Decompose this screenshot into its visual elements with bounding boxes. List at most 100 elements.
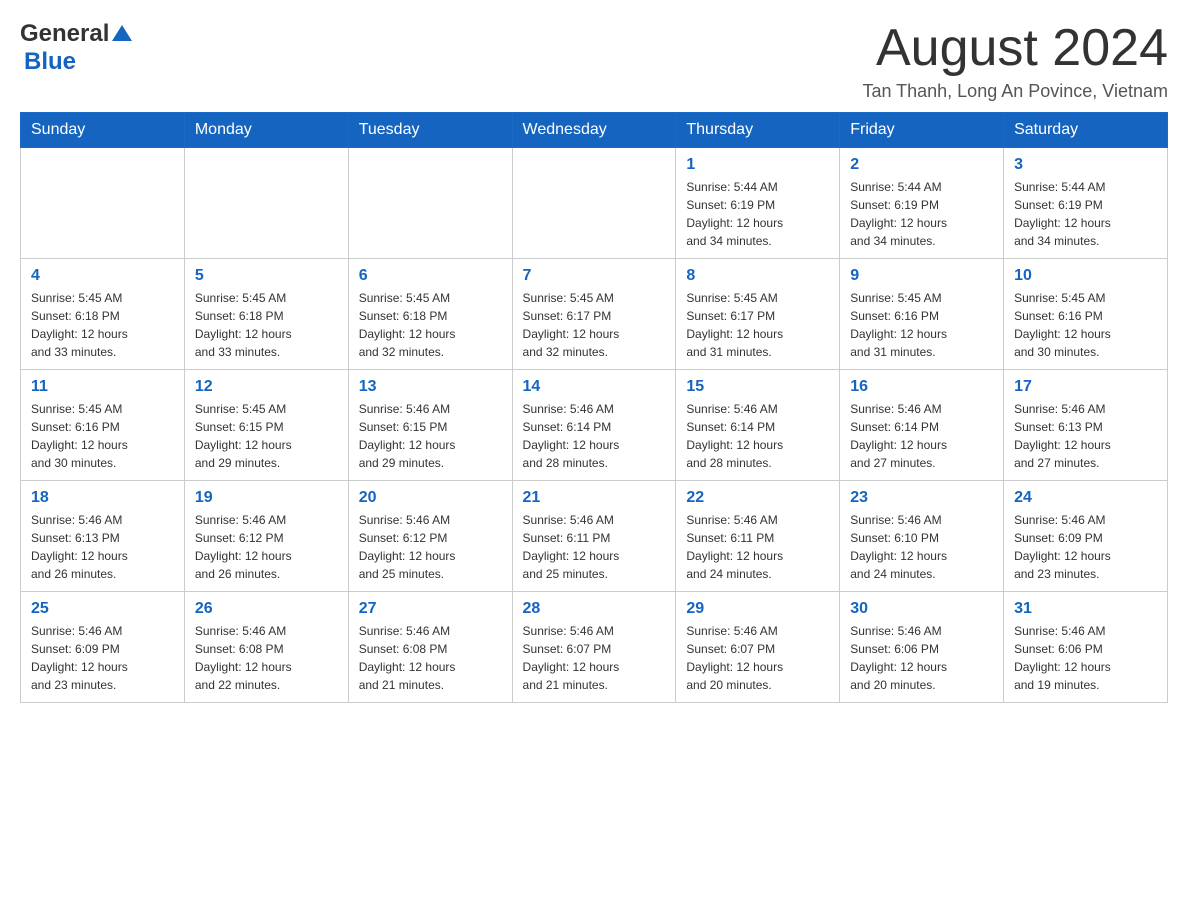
calendar-day-cell: 15 Sunrise: 5:46 AM Sunset: 6:14 PM Dayli… <box>676 370 840 481</box>
day-number: 15 <box>686 378 829 396</box>
calendar-day-cell <box>21 148 185 259</box>
calendar-day-cell: 18Sunrise: 5:46 AM Sunset: 6:13 PM Dayli… <box>21 481 185 592</box>
calendar-day-cell: 9 Sunrise: 5:45 AM Sunset: 6:16 PM Daylig… <box>840 259 1004 370</box>
calendar-day-cell: 16 Sunrise: 5:46 AM Sunset: 6:14 PM Dayli… <box>840 370 1004 481</box>
calendar-day-cell: 31 Sunrise: 5:46 AM Sunset: 6:06 PM Dayli… <box>1004 592 1168 703</box>
calendar-weekday-monday: Monday <box>184 113 348 148</box>
calendar-day-cell: 6Sunrise: 5:45 AM Sunset: 6:18 PM Daylig… <box>348 259 512 370</box>
calendar-weekday-friday: Friday <box>840 113 1004 148</box>
day-info: Sunrise: 5:44 AM Sunset: 6:19 PM Dayligh… <box>850 178 993 250</box>
calendar-day-cell: 3 Sunrise: 5:44 AM Sunset: 6:19 PM Daylig… <box>1004 148 1168 259</box>
logo: General Blue <box>20 20 132 76</box>
day-number: 21 <box>523 489 666 507</box>
calendar-day-cell: 24Sunrise: 5:46 AM Sunset: 6:09 PM Dayli… <box>1004 481 1168 592</box>
calendar-day-cell: 1Sunrise: 5:44 AM Sunset: 6:19 PM Daylig… <box>676 148 840 259</box>
day-info: Sunrise: 5:45 AM Sunset: 6:18 PM Dayligh… <box>31 289 174 361</box>
day-info: Sunrise: 5:46 AM Sunset: 6:11 PM Dayligh… <box>686 511 829 583</box>
day-info: Sunrise: 5:45 AM Sunset: 6:17 PM Dayligh… <box>523 289 666 361</box>
calendar-table: SundayMondayTuesdayWednesdayThursdayFrid… <box>20 112 1168 703</box>
title-section: August 2024 Tan Thanh, Long An Povince, … <box>862 20 1168 102</box>
calendar-weekday-tuesday: Tuesday <box>348 113 512 148</box>
month-title: August 2024 <box>862 20 1168 77</box>
calendar-day-cell: 23 Sunrise: 5:46 AM Sunset: 6:10 PM Dayli… <box>840 481 1004 592</box>
day-number: 31 <box>1014 600 1157 618</box>
day-info: Sunrise: 5:45 AM Sunset: 6:15 PM Dayligh… <box>195 400 338 472</box>
calendar-day-cell: 7 Sunrise: 5:45 AM Sunset: 6:17 PM Daylig… <box>512 259 676 370</box>
day-number: 30 <box>850 600 993 618</box>
day-number: 3 <box>1014 156 1157 174</box>
calendar-weekday-wednesday: Wednesday <box>512 113 676 148</box>
day-info: Sunrise: 5:46 AM Sunset: 6:14 PM Dayligh… <box>850 400 993 472</box>
calendar-week-row: 11Sunrise: 5:45 AM Sunset: 6:16 PM Dayli… <box>21 370 1168 481</box>
day-info: Sunrise: 5:46 AM Sunset: 6:10 PM Dayligh… <box>850 511 993 583</box>
day-number: 25 <box>31 600 174 618</box>
calendar-day-cell: 8 Sunrise: 5:45 AM Sunset: 6:17 PM Daylig… <box>676 259 840 370</box>
calendar-day-cell: 4 Sunrise: 5:45 AM Sunset: 6:18 PM Daylig… <box>21 259 185 370</box>
day-info: Sunrise: 5:46 AM Sunset: 6:11 PM Dayligh… <box>523 511 666 583</box>
day-info: Sunrise: 5:46 AM Sunset: 6:12 PM Dayligh… <box>195 511 338 583</box>
day-number: 9 <box>850 267 993 285</box>
day-number: 16 <box>850 378 993 396</box>
calendar-day-cell: 22 Sunrise: 5:46 AM Sunset: 6:11 PM Dayli… <box>676 481 840 592</box>
day-number: 23 <box>850 489 993 507</box>
calendar-week-row: 4 Sunrise: 5:45 AM Sunset: 6:18 PM Daylig… <box>21 259 1168 370</box>
day-number: 17 <box>1014 378 1157 396</box>
calendar-header-row: SundayMondayTuesdayWednesdayThursdayFrid… <box>21 113 1168 148</box>
day-number: 13 <box>359 378 502 396</box>
day-info: Sunrise: 5:46 AM Sunset: 6:07 PM Dayligh… <box>686 622 829 694</box>
day-number: 20 <box>359 489 502 507</box>
calendar-day-cell: 13Sunrise: 5:46 AM Sunset: 6:15 PM Dayli… <box>348 370 512 481</box>
day-info: Sunrise: 5:45 AM Sunset: 6:18 PM Dayligh… <box>195 289 338 361</box>
day-info: Sunrise: 5:46 AM Sunset: 6:06 PM Dayligh… <box>1014 622 1157 694</box>
day-number: 19 <box>195 489 338 507</box>
calendar-day-cell <box>512 148 676 259</box>
day-number: 8 <box>686 267 829 285</box>
day-info: Sunrise: 5:46 AM Sunset: 6:14 PM Dayligh… <box>686 400 829 472</box>
calendar-day-cell: 19 Sunrise: 5:46 AM Sunset: 6:12 PM Dayli… <box>184 481 348 592</box>
day-number: 7 <box>523 267 666 285</box>
day-info: Sunrise: 5:44 AM Sunset: 6:19 PM Dayligh… <box>686 178 829 250</box>
day-info: Sunrise: 5:45 AM Sunset: 6:18 PM Dayligh… <box>359 289 502 361</box>
day-number: 4 <box>31 267 174 285</box>
day-number: 10 <box>1014 267 1157 285</box>
day-info: Sunrise: 5:46 AM Sunset: 6:08 PM Dayligh… <box>195 622 338 694</box>
location-title: Tan Thanh, Long An Povince, Vietnam <box>862 81 1168 102</box>
day-number: 14 <box>523 378 666 396</box>
logo-blue-text: Blue <box>24 48 132 76</box>
calendar-week-row: 18Sunrise: 5:46 AM Sunset: 6:13 PM Dayli… <box>21 481 1168 592</box>
day-info: Sunrise: 5:46 AM Sunset: 6:06 PM Dayligh… <box>850 622 993 694</box>
day-info: Sunrise: 5:46 AM Sunset: 6:12 PM Dayligh… <box>359 511 502 583</box>
day-info: Sunrise: 5:46 AM Sunset: 6:07 PM Dayligh… <box>523 622 666 694</box>
day-number: 12 <box>195 378 338 396</box>
calendar-day-cell <box>348 148 512 259</box>
day-number: 18 <box>31 489 174 507</box>
calendar-week-row: 25 Sunrise: 5:46 AM Sunset: 6:09 PM Dayli… <box>21 592 1168 703</box>
day-info: Sunrise: 5:45 AM Sunset: 6:16 PM Dayligh… <box>850 289 993 361</box>
day-number: 28 <box>523 600 666 618</box>
calendar-weekday-thursday: Thursday <box>676 113 840 148</box>
day-number: 22 <box>686 489 829 507</box>
calendar-day-cell: 21 Sunrise: 5:46 AM Sunset: 6:11 PM Dayli… <box>512 481 676 592</box>
calendar-day-cell: 28 Sunrise: 5:46 AM Sunset: 6:07 PM Dayli… <box>512 592 676 703</box>
day-info: Sunrise: 5:46 AM Sunset: 6:09 PM Dayligh… <box>31 622 174 694</box>
day-info: Sunrise: 5:44 AM Sunset: 6:19 PM Dayligh… <box>1014 178 1157 250</box>
calendar-week-row: 1Sunrise: 5:44 AM Sunset: 6:19 PM Daylig… <box>21 148 1168 259</box>
day-number: 29 <box>686 600 829 618</box>
calendar-day-cell: 29 Sunrise: 5:46 AM Sunset: 6:07 PM Dayli… <box>676 592 840 703</box>
day-info: Sunrise: 5:46 AM Sunset: 6:13 PM Dayligh… <box>1014 400 1157 472</box>
calendar-day-cell: 5 Sunrise: 5:45 AM Sunset: 6:18 PM Daylig… <box>184 259 348 370</box>
calendar-day-cell: 20 Sunrise: 5:46 AM Sunset: 6:12 PM Dayli… <box>348 481 512 592</box>
calendar-day-cell: 26Sunrise: 5:46 AM Sunset: 6:08 PM Dayli… <box>184 592 348 703</box>
day-info: Sunrise: 5:46 AM Sunset: 6:09 PM Dayligh… <box>1014 511 1157 583</box>
day-info: Sunrise: 5:45 AM Sunset: 6:16 PM Dayligh… <box>31 400 174 472</box>
day-info: Sunrise: 5:46 AM Sunset: 6:14 PM Dayligh… <box>523 400 666 472</box>
logo-triangle-icon <box>112 25 132 41</box>
day-number: 5 <box>195 267 338 285</box>
logo-general-text: General <box>20 20 109 48</box>
day-info: Sunrise: 5:45 AM Sunset: 6:17 PM Dayligh… <box>686 289 829 361</box>
calendar-day-cell: 2Sunrise: 5:44 AM Sunset: 6:19 PM Daylig… <box>840 148 1004 259</box>
day-info: Sunrise: 5:46 AM Sunset: 6:08 PM Dayligh… <box>359 622 502 694</box>
calendar-day-cell <box>184 148 348 259</box>
calendar-weekday-sunday: Sunday <box>21 113 185 148</box>
calendar-day-cell: 30 Sunrise: 5:46 AM Sunset: 6:06 PM Dayli… <box>840 592 1004 703</box>
